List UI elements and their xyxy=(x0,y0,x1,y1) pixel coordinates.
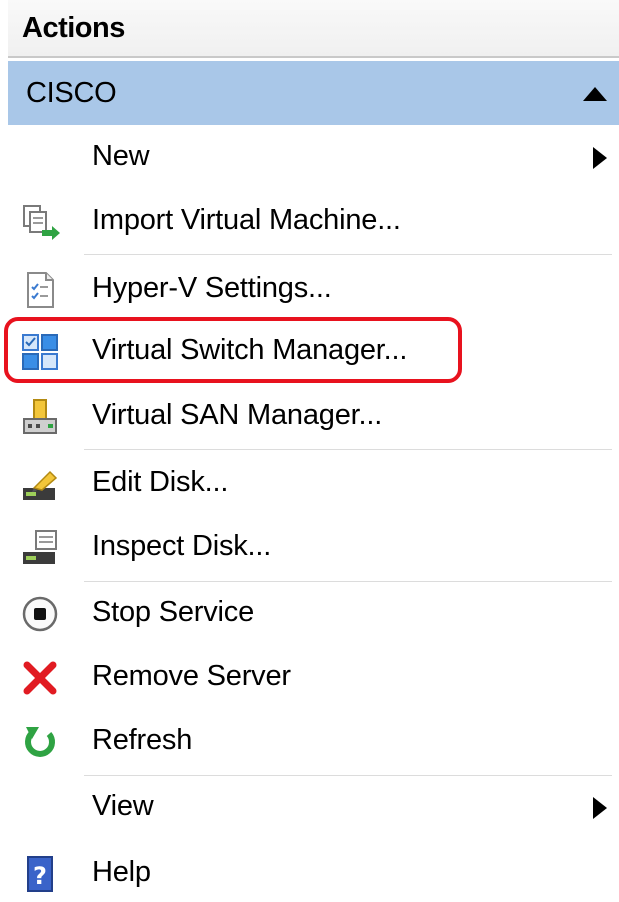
submenu-arrow-icon xyxy=(593,797,607,819)
collapse-up-icon[interactable] xyxy=(583,87,607,101)
virtual-san-icon xyxy=(20,397,60,437)
menu-item-label: Virtual SAN Manager... xyxy=(92,399,383,431)
actions-pane-header: Actions xyxy=(8,0,619,58)
submenu-arrow-icon xyxy=(593,147,607,169)
separator xyxy=(84,581,612,582)
edit-disk-icon xyxy=(20,464,60,504)
menu-item-virtual-san-manager[interactable]: Virtual SAN Manager... xyxy=(8,389,619,445)
menu-item-hyper-v-settings[interactable]: Hyper-V Settings... xyxy=(8,262,619,318)
menu-item-label: Edit Disk... xyxy=(92,466,229,498)
red-x-icon xyxy=(20,658,60,698)
svg-text:?: ? xyxy=(33,862,47,890)
import-vm-icon xyxy=(20,202,60,242)
group-header-label: CISCO xyxy=(26,77,117,109)
menu-item-label: Stop Service xyxy=(92,596,255,628)
stop-icon xyxy=(20,594,60,634)
menu-item-refresh[interactable]: Refresh xyxy=(8,714,619,770)
menu-item-label: Import Virtual Machine... xyxy=(92,204,401,236)
separator xyxy=(84,775,612,776)
menu-item-import-virtual-machine[interactable]: Import Virtual Machine... xyxy=(8,194,619,250)
actions-pane: Actions CISCO New Import Virtual Machine… xyxy=(0,0,619,897)
separator xyxy=(84,254,612,255)
menu-item-stop-service[interactable]: Stop Service xyxy=(8,586,619,642)
menu-item-label: New xyxy=(92,140,150,172)
menu-item-label: View xyxy=(92,790,154,822)
menu-item-label: Help xyxy=(92,856,151,888)
actions-pane-title: Actions xyxy=(22,12,125,44)
group-header-cisco[interactable]: CISCO xyxy=(8,61,619,125)
menu-item-help[interactable]: ? Help xyxy=(8,846,619,902)
highlight-annotation xyxy=(4,317,462,383)
help-icon: ? xyxy=(20,854,60,894)
menu-item-inspect-disk[interactable]: Inspect Disk... xyxy=(8,520,619,576)
menu-item-edit-disk[interactable]: Edit Disk... xyxy=(8,456,619,512)
separator xyxy=(84,449,612,450)
settings-document-icon xyxy=(20,270,60,310)
menu-item-label: Inspect Disk... xyxy=(92,530,272,562)
menu-item-label: Hyper-V Settings... xyxy=(92,272,332,304)
menu-item-view[interactable]: View xyxy=(8,780,619,836)
inspect-disk-icon xyxy=(20,528,60,568)
menu-item-label: Refresh xyxy=(92,724,193,756)
menu-item-new[interactable]: New xyxy=(8,130,619,186)
menu-item-remove-server[interactable]: Remove Server xyxy=(8,650,619,706)
menu-item-label: Remove Server xyxy=(92,660,291,692)
refresh-icon xyxy=(20,722,60,762)
